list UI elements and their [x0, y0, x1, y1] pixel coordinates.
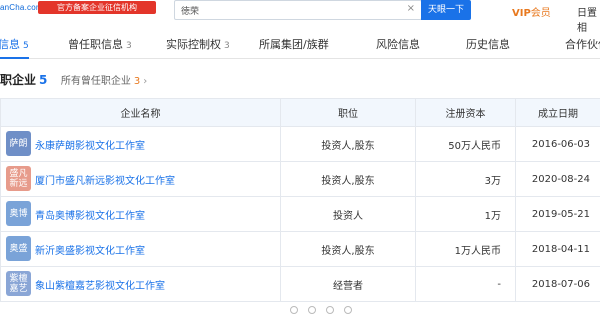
company-name-link[interactable]: 永康萨朗影视文化工作室: [35, 141, 145, 152]
tab-label: 曾任职信息: [68, 38, 123, 51]
tab-partners[interactable]: 合作伙伴: [565, 31, 600, 58]
tab-label: 合作伙伴: [565, 38, 600, 51]
clear-search-icon[interactable]: ×: [407, 3, 415, 14]
tab-count: 3: [126, 41, 132, 51]
company-avatar[interactable]: 萨朗: [6, 131, 31, 156]
control-dot[interactable]: [290, 306, 298, 314]
col-header-company: 企业名称: [1, 99, 281, 127]
date-cell: 2018-04-11: [516, 232, 600, 267]
capital-cell: -: [416, 267, 516, 302]
company-avatar[interactable]: 紫檀嘉艺: [6, 271, 31, 296]
capital-cell: 50万人民币: [416, 127, 516, 162]
capital-cell: 1万人民币: [416, 232, 516, 267]
search-button[interactable]: 天眼一下: [421, 0, 471, 20]
section-tabs: 信息5 曾任职信息3 实际控制权3 所属集团/族群 风险信息 历史信息 合作伙伴: [0, 31, 600, 59]
tab-info[interactable]: 信息5: [0, 31, 29, 58]
link-count: 3: [134, 76, 140, 87]
capital-cell: 1万: [416, 197, 516, 232]
bottom-controls: [290, 304, 410, 312]
company-name-link[interactable]: 厦门市盛凡新远影视文化工作室: [35, 176, 175, 187]
search-box[interactable]: ×: [174, 0, 422, 20]
tab-risk[interactable]: 风险信息: [376, 31, 420, 58]
section-title: 职企业: [0, 73, 36, 87]
search-input[interactable]: [175, 1, 407, 19]
tab-label: 实际控制权: [166, 38, 221, 51]
company-name-link[interactable]: 新沂奥盛影视文化工作室: [35, 246, 145, 257]
company-name-link[interactable]: 青岛奥博影视文化工作室: [35, 211, 145, 222]
date-cell: 2018-07-06: [516, 267, 600, 302]
table-row: 奥盛新沂奥盛影视文化工作室投资人,股东1万人民币2018-04-11: [1, 232, 600, 267]
company-cell: 盛凡新远厦门市盛凡新远影视文化工作室: [1, 162, 281, 197]
certification-banner: 官方备案企业征信机构: [38, 1, 156, 14]
control-dot[interactable]: [326, 306, 334, 314]
tab-former-positions[interactable]: 曾任职信息3: [68, 31, 132, 58]
table-row: 紫檀嘉艺象山紫檀嘉艺影视文化工作室经营者-2018-07-06: [1, 267, 600, 302]
vip-sub-label: 会员: [531, 8, 551, 19]
table-row: 盛凡新远厦门市盛凡新远影视文化工作室投资人,股东3万2020-08-24: [1, 162, 600, 197]
position-cell: 投资人,股东: [281, 162, 416, 197]
company-cell: 奥博青岛奥博影视文化工作室: [1, 197, 281, 232]
vip-link[interactable]: VIP会员: [512, 4, 551, 19]
tab-count: 5: [23, 41, 29, 51]
position-cell: 投资人: [281, 197, 416, 232]
control-dot[interactable]: [308, 306, 316, 314]
tab-label: 所属集团/族群: [259, 38, 329, 51]
position-cell: 投资人,股东: [281, 127, 416, 162]
capital-cell: 3万: [416, 162, 516, 197]
vip-label: VIP: [512, 8, 531, 19]
top-bar: anCha.com 官方备案企业征信机构 × 天眼一下 VIP会员 日置相: [0, 0, 600, 24]
companies-table: 企业名称 职位 注册资本 成立日期 萨朗永康萨朗影视文化工作室投资人,股东50万…: [0, 98, 600, 302]
all-former-companies-link[interactable]: 所有曾任职企业3›: [61, 76, 147, 87]
site-logo[interactable]: anCha.com: [0, 3, 43, 12]
control-dot[interactable]: [344, 306, 352, 314]
position-cell: 经营者: [281, 267, 416, 302]
company-name-link[interactable]: 象山紫檀嘉艺影视文化工作室: [35, 281, 165, 292]
company-avatar[interactable]: 奥博: [6, 201, 31, 226]
tab-actual-control[interactable]: 实际控制权3: [166, 31, 230, 58]
company-cell: 萨朗永康萨朗影视文化工作室: [1, 127, 281, 162]
link-label: 所有曾任职企业: [61, 76, 131, 87]
date-cell: 2019-05-21: [516, 197, 600, 232]
company-cell: 紫檀嘉艺象山紫檀嘉艺影视文化工作室: [1, 267, 281, 302]
section-count: 5: [39, 73, 47, 87]
header-tail-text[interactable]: 日置相: [577, 4, 600, 34]
col-header-capital: 注册资本: [416, 99, 516, 127]
tab-count: 3: [224, 41, 230, 51]
table-header-row: 企业名称 职位 注册资本 成立日期: [1, 99, 600, 127]
table-row: 萨朗永康萨朗影视文化工作室投资人,股东50万人民币2016-06-03: [1, 127, 600, 162]
company-avatar[interactable]: 盛凡新远: [6, 166, 31, 191]
col-header-date: 成立日期: [516, 99, 600, 127]
tab-label: 历史信息: [466, 38, 510, 51]
section-header: 职企业5 所有曾任职企业3›: [0, 70, 147, 90]
company-cell: 奥盛新沂奥盛影视文化工作室: [1, 232, 281, 267]
chevron-right-icon: ›: [143, 76, 147, 87]
position-cell: 投资人,股东: [281, 232, 416, 267]
tab-history[interactable]: 历史信息: [466, 31, 510, 58]
tab-label: 风险信息: [376, 38, 420, 51]
date-cell: 2020-08-24: [516, 162, 600, 197]
table-row: 奥博青岛奥博影视文化工作室投资人1万2019-05-21: [1, 197, 600, 232]
tab-label: 信息: [0, 38, 20, 51]
col-header-position: 职位: [281, 99, 416, 127]
company-avatar[interactable]: 奥盛: [6, 236, 31, 261]
date-cell: 2016-06-03: [516, 127, 600, 162]
tab-group[interactable]: 所属集团/族群: [259, 31, 329, 58]
